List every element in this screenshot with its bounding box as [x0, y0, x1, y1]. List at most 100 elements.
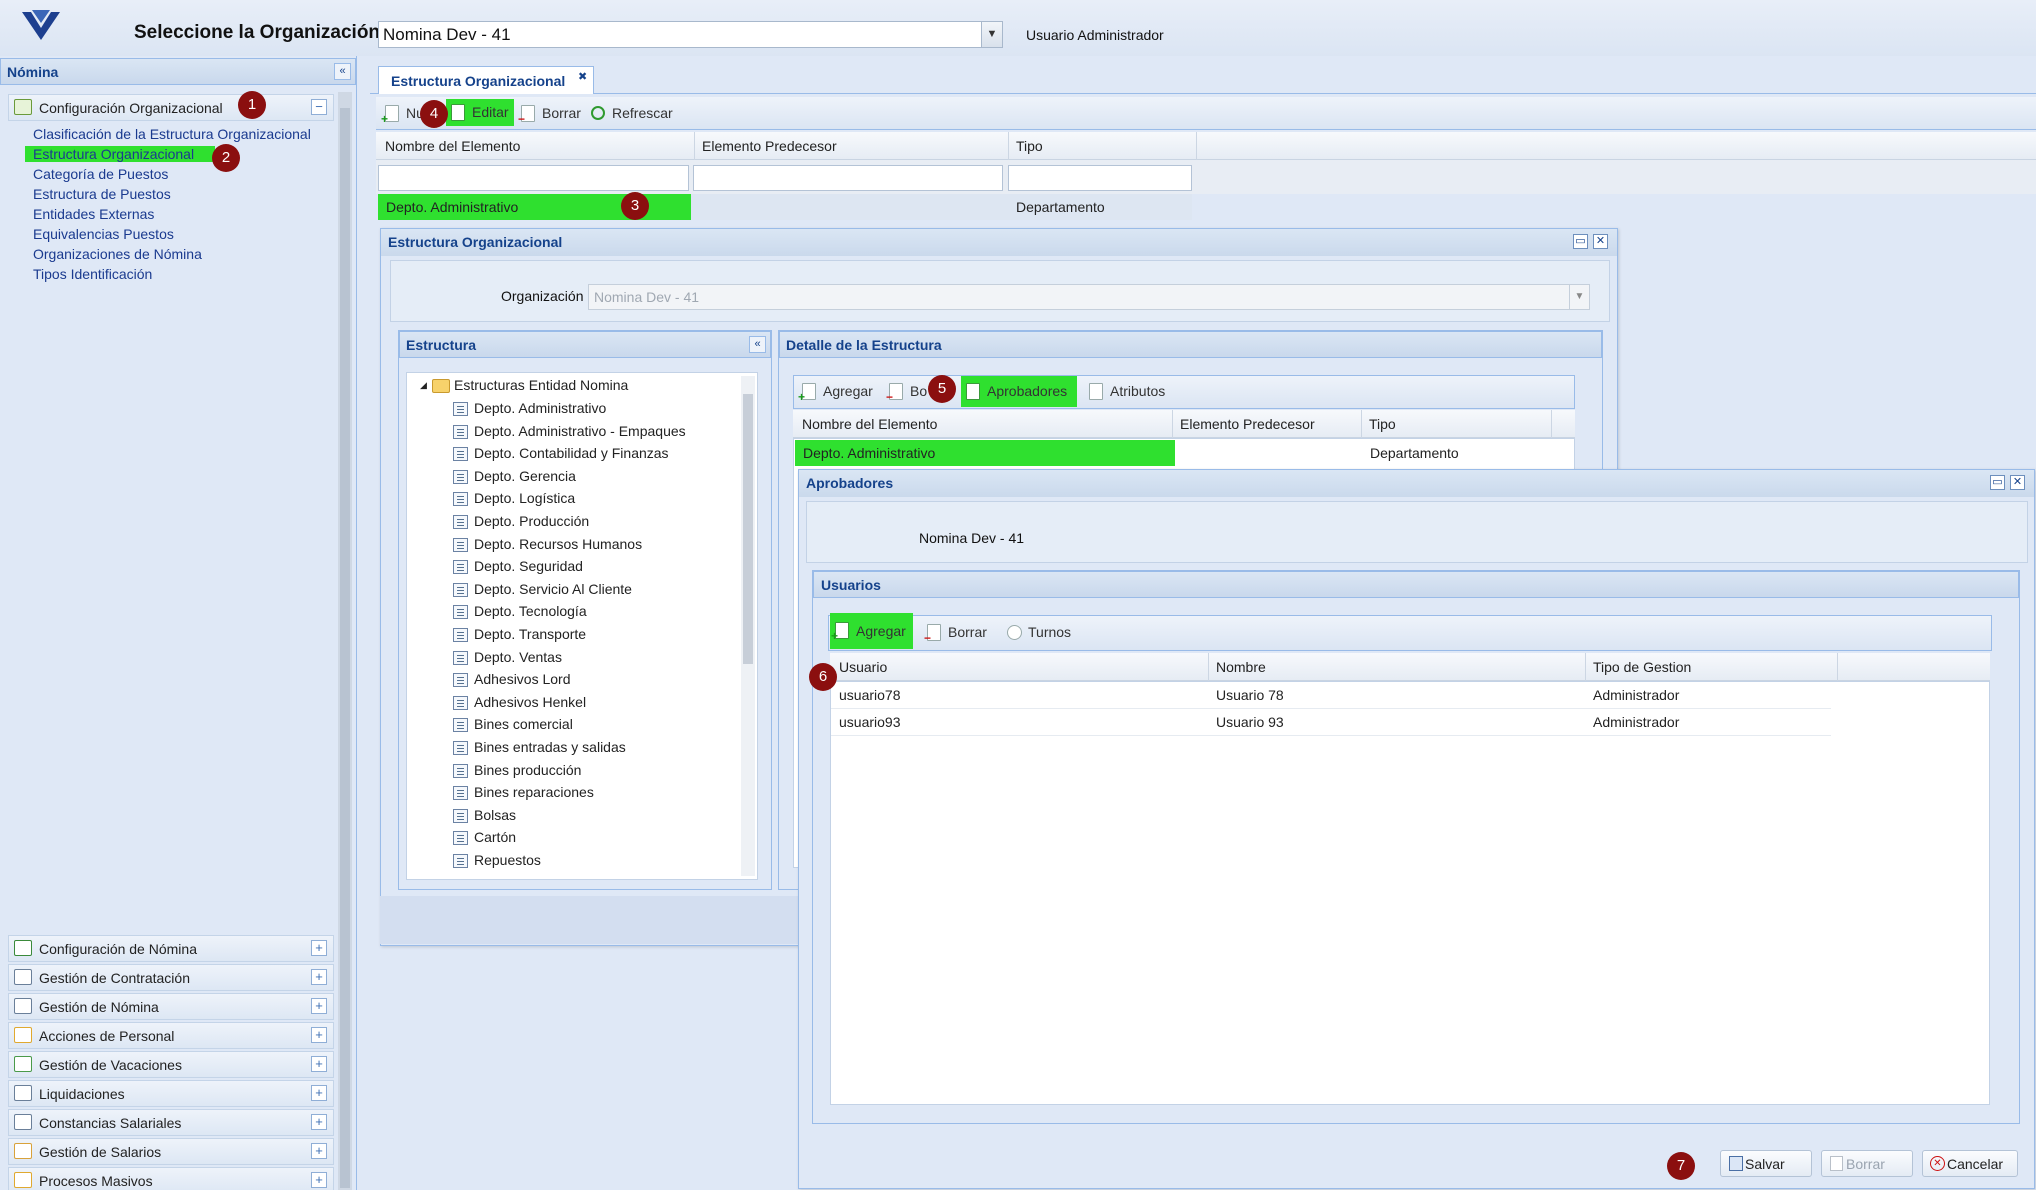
- detail-col-nombre[interactable]: Nombre del Elemento: [795, 410, 1173, 438]
- plus-icon[interactable]: +: [311, 1143, 327, 1159]
- users-delete-button[interactable]: Borrar: [922, 619, 994, 646]
- tree-node[interactable]: Bines entradas y salidas: [453, 739, 733, 755]
- accordion-item[interactable]: Gestión de Nómina +: [8, 993, 334, 1020]
- accordion-item[interactable]: Gestión de Contratación +: [8, 964, 334, 991]
- plus-icon[interactable]: +: [311, 969, 327, 985]
- edit-button[interactable]: Editar: [446, 99, 514, 126]
- accordion-item[interactable]: Constancias Salariales +: [8, 1109, 334, 1136]
- tab-estructura-organizacional[interactable]: Estructura Organizacional: [378, 66, 594, 94]
- col-predecesor[interactable]: Elemento Predecesor: [695, 132, 1009, 160]
- org-select[interactable]: Nomina Dev - 41 ▼: [378, 21, 1003, 48]
- expand-icon[interactable]: ◢: [420, 380, 427, 391]
- tree-root[interactable]: ◢ Estructuras Entidad Nomina: [420, 377, 720, 393]
- plus-icon[interactable]: +: [311, 998, 327, 1014]
- shifts-button[interactable]: Turnos: [1002, 619, 1074, 646]
- accordion-config-org[interactable]: Configuración Organizacional −: [8, 94, 334, 121]
- tree-node[interactable]: Adhesivos Lord: [453, 671, 733, 688]
- tree-node[interactable]: Bines reparaciones: [453, 784, 733, 801]
- tree-scrollbar[interactable]: [741, 376, 755, 876]
- maximize-icon[interactable]: ▭: [1573, 234, 1588, 249]
- cancel-button[interactable]: ✕ Cancelar: [1922, 1150, 2018, 1177]
- save-label: Salvar: [1745, 1156, 1785, 1172]
- attributes-button[interactable]: Atributos: [1084, 378, 1174, 405]
- tree-node[interactable]: Bolsas: [453, 807, 733, 823]
- tree-node[interactable]: Depto. Servicio Al Cliente: [453, 581, 733, 597]
- filter-nombre-input[interactable]: [378, 165, 689, 191]
- tree-node[interactable]: Bines producción: [453, 762, 733, 778]
- tree-node[interactable]: Depto. Gerencia: [453, 468, 733, 484]
- collapse-tree-icon[interactable]: «: [749, 336, 766, 353]
- tree-node[interactable]: Depto. Contabilidad y Finanzas: [453, 445, 733, 462]
- tree-node[interactable]: Depto. Recursos Humanos: [453, 536, 733, 552]
- chevron-down-icon[interactable]: ▼: [1569, 285, 1589, 309]
- accordion-item[interactable]: Gestión de Vacaciones +: [8, 1051, 334, 1078]
- nav-link[interactable]: Estructura Organizacional: [25, 146, 215, 162]
- plus-icon[interactable]: +: [311, 1056, 327, 1072]
- users-col-tipo[interactable]: Tipo de Gestion: [1586, 653, 1838, 681]
- plus-icon[interactable]: +: [311, 1114, 327, 1130]
- cancel-icon: ✕: [1930, 1156, 1945, 1171]
- tree-node[interactable]: Repuestos: [453, 852, 733, 868]
- filter-predecesor-input[interactable]: [693, 165, 1003, 191]
- nav-link[interactable]: Organizaciones de Nómina: [33, 246, 202, 262]
- accordion-item[interactable]: Gestión de Salarios +: [8, 1138, 334, 1165]
- accordion-item[interactable]: Procesos Masivos +: [8, 1167, 334, 1190]
- save-button[interactable]: Salvar: [1720, 1150, 1812, 1177]
- nav-link[interactable]: Tipos Identificación: [33, 266, 152, 282]
- org-field-select[interactable]: Nomina Dev - 41 ▼: [588, 284, 1590, 310]
- filter-tipo-input[interactable]: [1008, 165, 1192, 191]
- close-icon[interactable]: ✕: [1593, 234, 1608, 249]
- tree-node[interactable]: Depto. Seguridad: [453, 558, 733, 575]
- dialog-delete-button[interactable]: Borrar: [1821, 1150, 1913, 1177]
- tree-node[interactable]: Bines comercial: [453, 716, 733, 733]
- tree-node[interactable]: Adhesivos Henkel: [453, 694, 733, 710]
- app-logo: [22, 10, 60, 40]
- attributes-icon: [1089, 383, 1103, 400]
- nav-link[interactable]: Entidades Externas: [33, 206, 154, 222]
- detail-row-nombre[interactable]: Depto. Administrativo: [795, 440, 1175, 466]
- users-add-button[interactable]: Agregar: [830, 613, 913, 649]
- plus-icon[interactable]: +: [311, 1085, 327, 1101]
- tree-node[interactable]: Depto. Ventas: [453, 649, 733, 665]
- tree-node[interactable]: Depto. Logística: [453, 490, 733, 507]
- nav-link[interactable]: Categoría de Puestos: [33, 166, 168, 182]
- tree-node[interactable]: Depto. Transporte: [453, 626, 733, 642]
- maximize-icon[interactable]: ▭: [1990, 475, 2005, 490]
- delete-button[interactable]: Borrar: [516, 100, 586, 127]
- plus-icon[interactable]: +: [311, 940, 327, 956]
- accordion-item[interactable]: Acciones de Personal +: [8, 1022, 334, 1049]
- node-icon: [453, 515, 468, 529]
- nav-link[interactable]: Equivalencias Puestos: [33, 226, 174, 242]
- tree-node-label: Bolsas: [474, 806, 517, 823]
- users-col-nombre[interactable]: Nombre: [1209, 653, 1586, 681]
- tree-node[interactable]: Depto. Producción: [453, 513, 733, 529]
- detail-add-button[interactable]: Agregar: [797, 378, 879, 405]
- users-col-usuario[interactable]: Usuario: [832, 653, 1209, 681]
- tree-node[interactable]: Cartón: [453, 829, 733, 846]
- col-nombre[interactable]: Nombre del Elemento: [378, 132, 695, 160]
- chevron-down-icon[interactable]: ▼: [981, 22, 1002, 47]
- table-row[interactable]: usuario78 Usuario 78 Administrador: [831, 682, 1831, 709]
- nav-link[interactable]: Clasificación de la Estructura Organizac…: [33, 126, 311, 142]
- plus-icon[interactable]: +: [311, 1172, 327, 1188]
- tree-node[interactable]: Depto. Administrativo: [453, 400, 733, 416]
- minus-icon[interactable]: −: [311, 99, 327, 115]
- accordion-item[interactable]: Configuración de Nómina +: [8, 935, 334, 962]
- detail-col-predecesor[interactable]: Elemento Predecesor: [1173, 410, 1362, 438]
- tab-strip: [370, 56, 2036, 94]
- table-row[interactable]: usuario93 Usuario 93 Administrador: [831, 709, 1831, 736]
- left-scrollbar[interactable]: [338, 92, 352, 1190]
- plus-icon[interactable]: +: [311, 1027, 327, 1043]
- tree-node[interactable]: Depto. Tecnología: [453, 603, 733, 620]
- accordion-item[interactable]: Liquidaciones +: [8, 1080, 334, 1107]
- close-tab-icon[interactable]: ✖: [578, 70, 587, 83]
- approvers-button[interactable]: Aprobadores: [961, 376, 1077, 407]
- tree-node[interactable]: Depto. Administrativo - Empaques: [453, 423, 733, 439]
- tree-node-label: Adhesivos Lord: [474, 671, 571, 688]
- nav-link[interactable]: Estructura de Puestos: [33, 186, 171, 202]
- refresh-button[interactable]: Refrescar: [586, 100, 676, 127]
- col-tipo[interactable]: Tipo: [1009, 132, 1197, 160]
- detail-col-tipo[interactable]: Tipo: [1362, 410, 1552, 438]
- collapse-left-icon[interactable]: «: [334, 63, 351, 80]
- close-icon[interactable]: ✕: [2010, 475, 2025, 490]
